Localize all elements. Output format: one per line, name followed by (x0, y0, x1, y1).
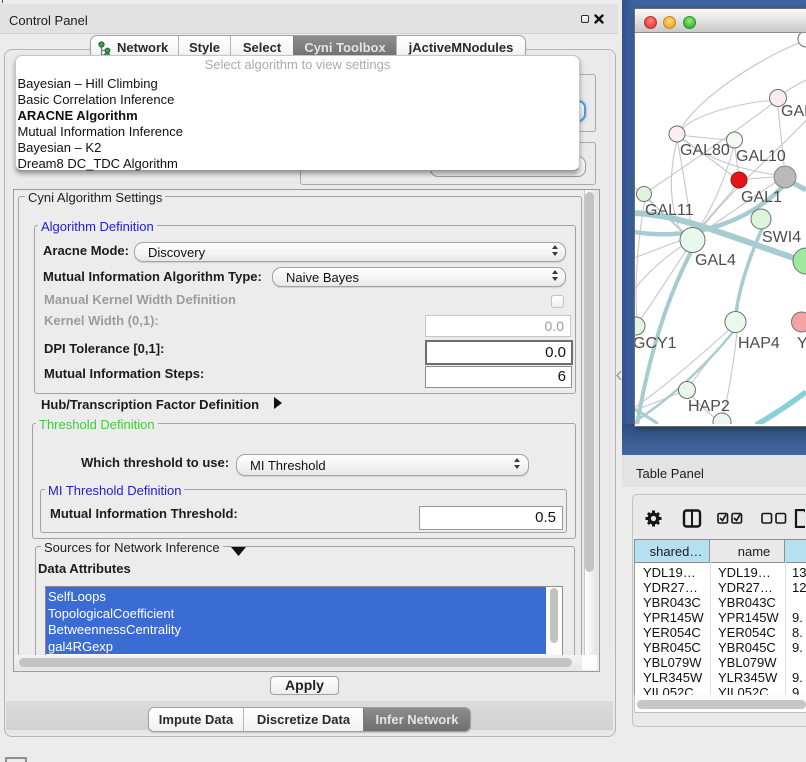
svg-text:HAP4: HAP4 (738, 335, 780, 352)
svg-text:GAL2: GAL2 (781, 103, 806, 120)
svg-text:GAL1: GAL1 (741, 189, 782, 206)
svg-text:YP: YP (797, 335, 806, 352)
svg-text:GAL4: GAL4 (695, 252, 736, 269)
svg-text:GAL11: GAL11 (645, 202, 694, 219)
svg-text:HAP2: HAP2 (688, 398, 730, 415)
svg-text:GAL10: GAL10 (736, 148, 786, 165)
svg-text:GAL80: GAL80 (680, 142, 730, 159)
svg-text:SWI4: SWI4 (762, 229, 801, 246)
svg-text:GCY1: GCY1 (635, 335, 677, 352)
